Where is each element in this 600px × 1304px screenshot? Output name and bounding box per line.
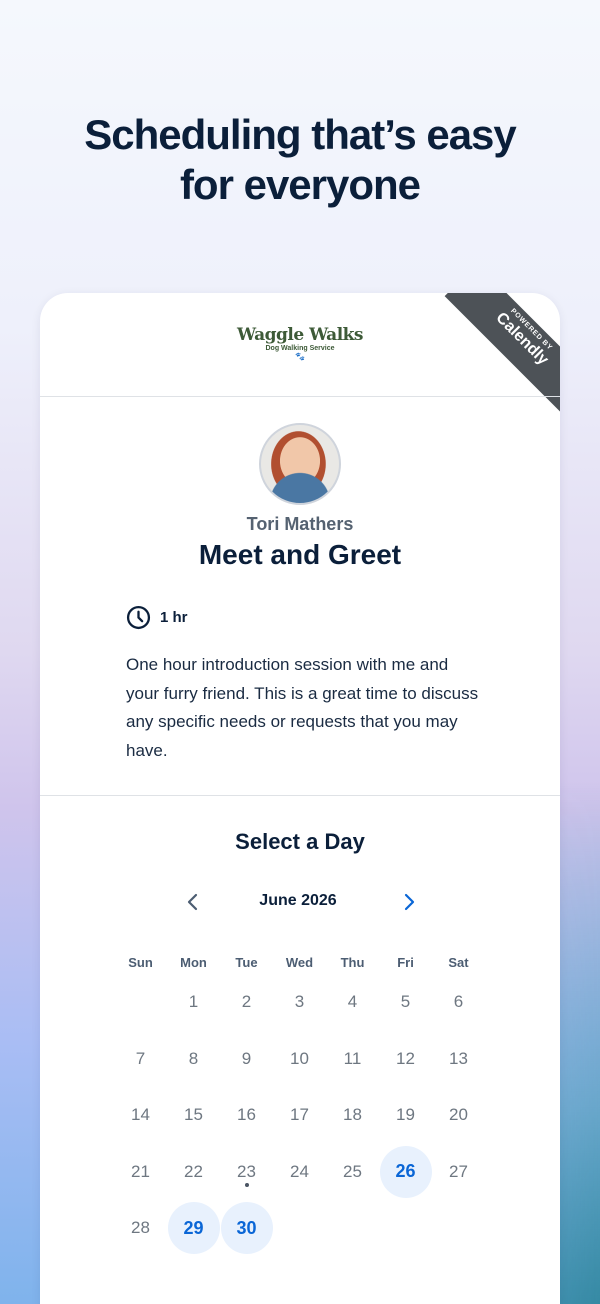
day-number: 24: [290, 1161, 309, 1181]
day-number: 20: [449, 1105, 468, 1125]
chevron-right-icon: [404, 893, 415, 911]
available-day-30[interactable]: 30: [220, 1200, 273, 1257]
day-number: 6: [453, 992, 464, 1012]
day-number: 29: [167, 1202, 220, 1255]
day-number: 18: [343, 1105, 362, 1125]
day-number: 12: [396, 1048, 415, 1068]
day-number: 30: [220, 1202, 273, 1255]
brand-name: Waggle Walks: [236, 325, 364, 345]
avatar: [259, 423, 341, 505]
day-21: 21: [114, 1144, 167, 1201]
day-27: 27: [432, 1144, 485, 1201]
day-number: 15: [184, 1105, 203, 1125]
day-3: 3: [273, 974, 326, 1031]
next-month-button[interactable]: [392, 885, 426, 919]
duration-label: 1 hr: [160, 609, 188, 626]
available-day-29[interactable]: 29: [167, 1200, 220, 1257]
weekday-wed: Wed: [285, 955, 314, 970]
available-day-26[interactable]: 26: [379, 1144, 432, 1201]
day-20: 20: [432, 1087, 485, 1144]
event-description: One hour introduction session with me an…: [126, 655, 479, 760]
day-number: 21: [131, 1161, 150, 1181]
day-number: 4: [347, 992, 358, 1012]
clock-icon: [126, 605, 151, 630]
day-number: 5: [400, 992, 411, 1012]
day-number: 17: [290, 1105, 309, 1125]
paw-icon: 🐾: [295, 352, 305, 361]
day-number: 16: [237, 1105, 256, 1125]
day-11: 11: [326, 1031, 379, 1088]
day-number: 13: [449, 1048, 468, 1068]
hero-line-2-bold: everyone: [243, 161, 421, 208]
month-label: June 2026: [259, 892, 337, 909]
hero-line-1: Scheduling that’s easy: [84, 111, 517, 158]
day-1: 1: [167, 974, 220, 1031]
day-number: 7: [135, 1048, 146, 1068]
day-14: 14: [114, 1087, 167, 1144]
event-duration: 1 hr: [126, 605, 188, 630]
day-22: 22: [167, 1144, 220, 1201]
weekday-mon: Mon: [180, 955, 207, 970]
hero-line-2-prefix: for: [179, 161, 244, 208]
day-9: 9: [220, 1031, 273, 1088]
day-number: 28: [131, 1218, 150, 1238]
day-number: 9: [241, 1048, 252, 1068]
empty-day: [114, 974, 167, 1031]
brand-logo: Waggle Walks Dog Walking Service 🐾: [40, 325, 560, 361]
month-navigation: June 2026: [178, 885, 418, 919]
day-2: 2: [220, 974, 273, 1031]
weekday-header: Sun Mon Tue Wed Thu Fri Sat: [114, 955, 485, 970]
day-15: 15: [167, 1087, 220, 1144]
weekday-sun: Sun: [128, 955, 153, 970]
hero-heading: Scheduling that’s easy for everyone: [0, 110, 600, 210]
weekday-fri: Fri: [397, 955, 414, 970]
day-number: 1: [188, 992, 199, 1012]
day-19: 19: [379, 1087, 432, 1144]
day-23: 23: [220, 1144, 273, 1201]
weekday-tue: Tue: [235, 955, 258, 970]
day-28: 28: [114, 1200, 167, 1257]
day-13: 13: [432, 1031, 485, 1088]
day-number: 14: [131, 1105, 150, 1125]
day-25: 25: [326, 1144, 379, 1201]
brand-tagline: Dog Walking Service: [265, 345, 335, 352]
day-number: 10: [290, 1048, 309, 1068]
day-5: 5: [379, 974, 432, 1031]
day-number: 3: [294, 992, 305, 1012]
weekday-sat: Sat: [448, 955, 469, 970]
day-number: 2: [241, 992, 252, 1012]
day-17: 17: [273, 1087, 326, 1144]
weekday-thu: Thu: [340, 955, 365, 970]
event-title: Meet and Greet: [198, 539, 402, 570]
day-12: 12: [379, 1031, 432, 1088]
hero-line-2: for everyone: [0, 160, 600, 210]
booking-card: POWERED BY Calendly Waggle Walks Dog Wal…: [40, 293, 560, 1304]
day-number: 11: [343, 1048, 362, 1068]
section-divider: [40, 795, 560, 796]
today-indicator: [244, 1182, 249, 1187]
day-8: 8: [167, 1031, 220, 1088]
day-number: 23: [237, 1161, 256, 1181]
day-7: 7: [114, 1031, 167, 1088]
day-24: 24: [273, 1144, 326, 1201]
header-divider: [40, 396, 560, 397]
day-16: 16: [220, 1087, 273, 1144]
calendar-grid: 1 2 3 4 5 6 7 8 9 10 11 12 13 14 15 16 17 18 19 20 21 22 23 24 2…: [114, 974, 485, 1257]
day-number: 26: [379, 1145, 432, 1198]
day-4: 4: [326, 974, 379, 1031]
day-number: 19: [396, 1105, 415, 1125]
day-number: 25: [343, 1161, 362, 1181]
day-number: 8: [188, 1048, 199, 1068]
day-number: 27: [449, 1161, 468, 1181]
chevron-left-icon: [187, 893, 198, 911]
day-18: 18: [326, 1087, 379, 1144]
day-6: 6: [432, 974, 485, 1031]
day-number: 22: [184, 1161, 203, 1181]
select-day-heading: Select a Day: [235, 829, 365, 854]
organizer-name: Tori Mathers: [246, 514, 354, 534]
prev-month-button[interactable]: [176, 885, 210, 919]
day-10: 10: [273, 1031, 326, 1088]
